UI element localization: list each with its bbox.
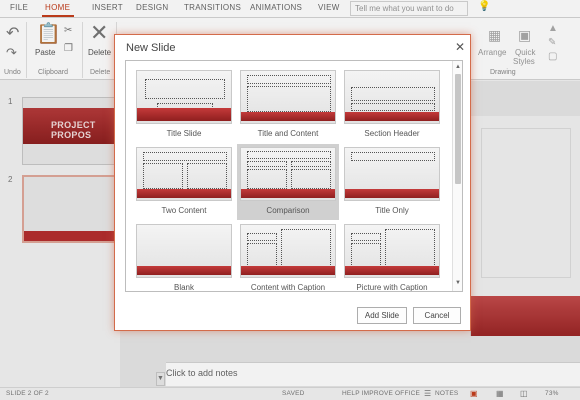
scroll-up-icon[interactable]: ▲ bbox=[454, 63, 462, 72]
title-placeholder bbox=[145, 79, 225, 99]
layout-label: Title Only bbox=[375, 206, 409, 215]
layout-section-header[interactable]: Section Header bbox=[341, 67, 443, 143]
cancel-button[interactable]: Cancel bbox=[413, 307, 461, 324]
layout-label: Title Slide bbox=[166, 129, 202, 138]
layout-blank[interactable]: Blank bbox=[133, 221, 235, 292]
layout-band bbox=[345, 112, 439, 121]
caption-text-placeholder bbox=[247, 243, 277, 267]
layout-preview bbox=[136, 147, 232, 201]
caption-text-placeholder bbox=[351, 243, 381, 267]
left-content-placeholder bbox=[143, 163, 183, 189]
add-slide-button[interactable]: Add Slide bbox=[357, 307, 407, 324]
title-placeholder bbox=[247, 151, 331, 159]
layout-label: Content with Caption bbox=[250, 283, 326, 292]
layout-preview bbox=[136, 70, 232, 124]
layout-band bbox=[241, 189, 335, 198]
layout-band bbox=[345, 189, 439, 198]
dialog-title: New Slide bbox=[126, 42, 176, 54]
content-placeholder bbox=[281, 229, 331, 267]
right-content-placeholder bbox=[187, 163, 227, 189]
layout-preview bbox=[240, 70, 336, 124]
picture-placeholder bbox=[385, 229, 435, 267]
layout-band bbox=[137, 189, 231, 198]
layout-label: Picture with Caption bbox=[356, 283, 428, 292]
layout-comparison[interactable]: Comparison bbox=[237, 144, 339, 220]
layout-label: Comparison bbox=[266, 206, 310, 215]
layout-preview bbox=[136, 224, 232, 278]
layout-preview bbox=[344, 224, 440, 278]
left-heading-placeholder bbox=[247, 161, 287, 167]
caption-title-placeholder bbox=[247, 233, 277, 241]
new-slide-dialog: New Slide ✕ Title Slide Title and Conten… bbox=[114, 34, 471, 331]
layout-band bbox=[345, 266, 439, 275]
layout-label: Section Header bbox=[364, 129, 420, 138]
title-placeholder bbox=[351, 87, 435, 101]
close-icon[interactable]: ✕ bbox=[453, 40, 467, 54]
layout-band bbox=[241, 112, 335, 121]
layout-label: Title and Content bbox=[257, 129, 319, 138]
layout-preview bbox=[344, 147, 440, 201]
scrollbar-thumb[interactable] bbox=[455, 74, 461, 184]
layout-title-and-content[interactable]: Title and Content bbox=[237, 67, 339, 143]
layout-label: Two Content bbox=[161, 206, 207, 215]
content-placeholder bbox=[247, 86, 331, 112]
title-placeholder bbox=[351, 152, 435, 161]
layout-two-content[interactable]: Two Content bbox=[133, 144, 235, 220]
layout-picture-with-caption[interactable]: Picture with Caption bbox=[341, 221, 443, 292]
caption-title-placeholder bbox=[351, 233, 381, 241]
layout-title-slide[interactable]: Title Slide bbox=[133, 67, 235, 143]
gallery-scrollbar[interactable]: ▲ ▼ bbox=[452, 61, 462, 291]
right-content-placeholder bbox=[291, 169, 331, 189]
layout-gallery: Title Slide Title and Content Section He… bbox=[125, 60, 463, 292]
layout-band bbox=[137, 266, 231, 275]
layout-band bbox=[137, 108, 231, 121]
left-content-placeholder bbox=[247, 169, 287, 189]
layout-band bbox=[241, 266, 335, 275]
layout-content-with-caption[interactable]: Content with Caption bbox=[237, 221, 339, 292]
layout-preview bbox=[240, 224, 336, 278]
title-placeholder bbox=[247, 75, 331, 84]
layout-preview bbox=[344, 70, 440, 124]
layout-preview bbox=[240, 147, 336, 201]
scroll-down-icon[interactable]: ▼ bbox=[454, 279, 462, 288]
right-heading-placeholder bbox=[291, 161, 331, 167]
title-placeholder bbox=[143, 152, 227, 161]
text-placeholder bbox=[351, 103, 435, 111]
layout-label: Blank bbox=[173, 283, 194, 292]
layout-title-only[interactable]: Title Only bbox=[341, 144, 443, 220]
